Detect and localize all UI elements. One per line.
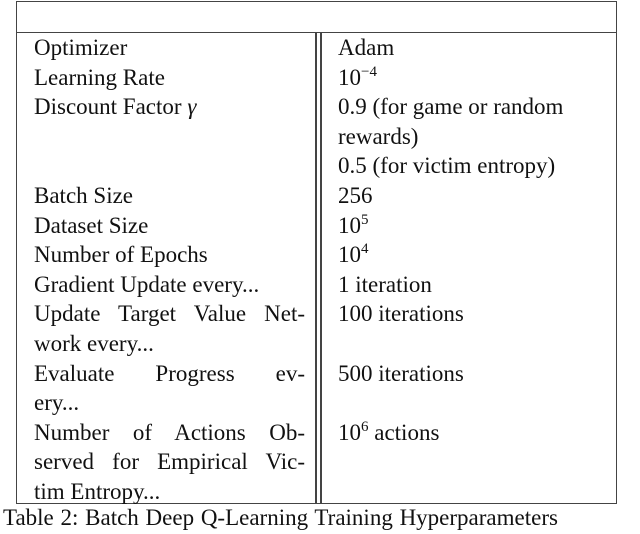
param-value: 0.9 (for game or random bbox=[338, 94, 564, 120]
param-value: 100 iterations bbox=[338, 301, 464, 327]
param-cell: Number of Actions Ob- served for Empiric… bbox=[17, 418, 315, 507]
param-label: served for Empirical Vic- bbox=[34, 449, 305, 475]
hyperparameter-table: Optimizer Adam Learning Rate 10−4 Discou… bbox=[16, 1, 617, 504]
param-value: rewards) bbox=[338, 123, 419, 149]
param-value: 104 bbox=[338, 240, 616, 270]
value-cell: 0.9 (for game or random rewards) 0.5 (fo… bbox=[322, 92, 616, 181]
value-base: 10 bbox=[338, 64, 361, 90]
table-row-dataset-size: Dataset Size 105 bbox=[17, 211, 616, 241]
table-row-evaluate-progress: Evaluate Progress ev- ery... 500 iterati… bbox=[17, 359, 616, 418]
param-value: 0.5 (for victim entropy) bbox=[338, 153, 556, 179]
table-row-discount-factor: Discount Factor γ 0.9 (for game or rando… bbox=[17, 92, 616, 181]
table-caption: Table 2: Batch Deep Q-Learning Training … bbox=[3, 505, 558, 530]
table-row-optimizer: Optimizer Adam bbox=[17, 33, 616, 63]
value-exponent: −4 bbox=[361, 63, 377, 80]
table-row-epochs: Number of Epochs 104 bbox=[17, 240, 616, 270]
table-row-gradient-update: Gradient Update every... 1 iteration bbox=[17, 270, 616, 300]
param-cell: Evaluate Progress ev- ery... bbox=[17, 359, 315, 418]
table-row-learning-rate: Learning Rate 10−4 bbox=[17, 63, 616, 93]
value-cell: 106 actions bbox=[322, 418, 616, 507]
param-cell: Optimizer bbox=[17, 33, 315, 63]
table-row-target-update: Update Target Value Net- work every... 1… bbox=[17, 299, 616, 358]
value-cell: 100 iterations bbox=[322, 299, 616, 358]
param-label: work every... bbox=[34, 330, 154, 356]
param-label: Discount Factor γ bbox=[34, 92, 305, 122]
value-base: 10 bbox=[338, 242, 361, 268]
value-cell: 256 bbox=[322, 181, 616, 211]
param-cell: Batch Size bbox=[17, 181, 315, 211]
value-cell: 104 bbox=[322, 240, 616, 270]
value-cell: 500 iterations bbox=[322, 359, 616, 418]
table-header-row bbox=[17, 2, 616, 33]
value-base: 10 bbox=[338, 419, 361, 445]
param-cell: Number of Epochs bbox=[17, 240, 315, 270]
value-exponent: 5 bbox=[361, 211, 369, 228]
value-exponent: 4 bbox=[361, 241, 369, 258]
param-label: Number of Epochs bbox=[34, 242, 208, 268]
param-label: Learning Rate bbox=[34, 64, 165, 90]
param-value: 256 bbox=[338, 182, 373, 208]
table-body: Optimizer Adam Learning Rate 10−4 Discou… bbox=[17, 33, 616, 507]
param-cell: Dataset Size bbox=[17, 211, 315, 241]
param-cell: Learning Rate bbox=[17, 63, 315, 93]
param-value: 106 actions bbox=[338, 418, 616, 448]
param-label: ery... bbox=[34, 390, 80, 416]
param-value: 10−4 bbox=[338, 63, 616, 93]
value-cell: 1 iteration bbox=[322, 270, 616, 300]
param-label: Optimizer bbox=[34, 35, 128, 60]
param-label-text: Discount Factor bbox=[34, 94, 182, 120]
table-row-batch-size: Batch Size 256 bbox=[17, 181, 616, 211]
param-label: Update Target Value Net- bbox=[34, 301, 305, 327]
param-value: 500 iterations bbox=[338, 360, 464, 386]
gamma-symbol: γ bbox=[187, 94, 197, 120]
param-value: 105 bbox=[338, 211, 616, 241]
value-cell: 10−4 bbox=[322, 63, 616, 93]
param-cell: Discount Factor γ bbox=[17, 92, 315, 181]
param-cell: Update Target Value Net- work every... bbox=[17, 299, 315, 358]
value-cell: 105 bbox=[322, 211, 616, 241]
param-cell: Gradient Update every... bbox=[17, 270, 315, 300]
value-exponent: 6 bbox=[361, 418, 369, 435]
value-suffix: actions bbox=[368, 419, 440, 445]
param-label: Number of Actions Ob- bbox=[34, 419, 305, 445]
param-value: Adam bbox=[338, 35, 395, 60]
value-base: 10 bbox=[338, 212, 361, 238]
param-label: Batch Size bbox=[34, 182, 133, 208]
table-row-actions-observed: Number of Actions Ob- served for Empiric… bbox=[17, 418, 616, 507]
value-cell: Adam bbox=[322, 33, 616, 63]
param-label: Gradient Update every... bbox=[34, 271, 260, 297]
param-value: 1 iteration bbox=[338, 271, 432, 297]
param-label: Dataset Size bbox=[34, 212, 149, 238]
param-label: Evaluate Progress ev- bbox=[34, 360, 305, 386]
